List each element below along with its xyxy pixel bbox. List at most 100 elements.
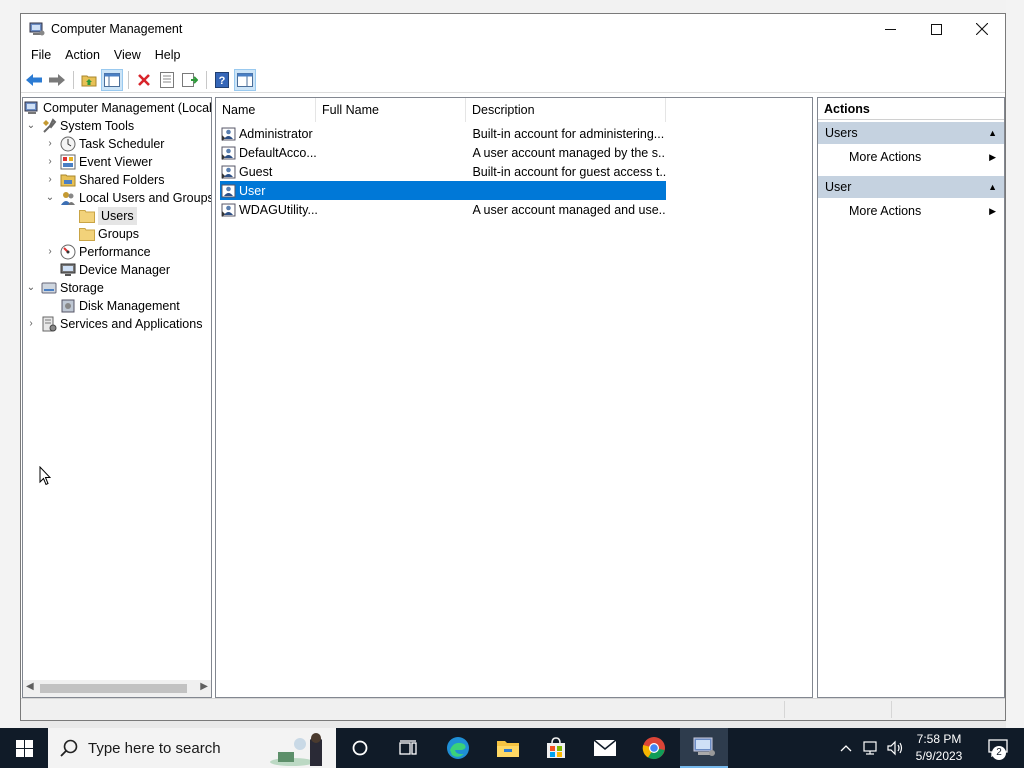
menu-file[interactable]: File bbox=[24, 44, 58, 66]
menu-action[interactable]: Action bbox=[58, 44, 107, 66]
more-actions-users[interactable]: More Actions ▶ bbox=[818, 146, 1004, 168]
start-button[interactable] bbox=[0, 728, 48, 768]
tree-item-services-and-applications[interactable]: › Services and Applications bbox=[25, 315, 202, 333]
list-item[interactable]: DefaultAcco... A user account managed by… bbox=[220, 143, 666, 162]
show-hidden-icons-button[interactable] bbox=[836, 728, 856, 768]
chrome-button[interactable] bbox=[630, 728, 678, 768]
users-groups-icon bbox=[60, 190, 76, 206]
tree-item-label: Local Users and Groups bbox=[79, 191, 212, 205]
menu-view[interactable]: View bbox=[107, 44, 148, 66]
actions-section-users[interactable]: Users ▲ bbox=[818, 122, 1004, 144]
mail-button[interactable] bbox=[581, 728, 629, 768]
column-header-description[interactable]: Description bbox=[466, 98, 666, 122]
tree-item-system-tools[interactable]: ⌄ System Tools bbox=[25, 117, 134, 135]
scroll-right-icon[interactable]: ▶ bbox=[200, 681, 208, 692]
console-tree[interactable]: Computer Management (Local ⌄ System Tool… bbox=[22, 97, 212, 698]
forward-arrow-icon bbox=[49, 73, 65, 86]
tree-item-computer-management[interactable]: Computer Management (Local bbox=[24, 99, 211, 117]
list-item-selected[interactable]: User bbox=[220, 181, 666, 200]
horizontal-scrollbar[interactable]: ◀ ▶ bbox=[23, 680, 211, 697]
list-item[interactable]: Administrator Built-in account for admin… bbox=[220, 124, 666, 143]
user-icon bbox=[221, 184, 236, 197]
menu-help[interactable]: Help bbox=[148, 44, 188, 66]
toolbar: ? bbox=[21, 67, 1005, 93]
scroll-left-icon[interactable]: ◀ bbox=[26, 681, 34, 692]
tree-item-device-manager[interactable]: Device Manager bbox=[60, 261, 170, 279]
performance-icon bbox=[60, 244, 76, 260]
tree-item-users[interactable]: Users bbox=[79, 207, 137, 225]
list-item[interactable]: WDAGUtility... A user account managed an… bbox=[220, 200, 666, 219]
edge-button[interactable] bbox=[434, 728, 482, 768]
event-viewer-icon bbox=[60, 154, 76, 170]
back-button[interactable] bbox=[23, 69, 45, 91]
services-icon bbox=[41, 316, 57, 332]
users-list[interactable]: Name Full Name Description Administrator… bbox=[215, 97, 813, 698]
action-center-button[interactable]: 2 bbox=[976, 728, 1020, 768]
section-label: User bbox=[825, 180, 852, 194]
tree-item-groups[interactable]: Groups bbox=[79, 225, 139, 243]
folder-icon bbox=[79, 208, 95, 224]
list-item[interactable]: Guest Built-in account for guest access … bbox=[220, 162, 666, 181]
tree-item-event-viewer[interactable]: › Event Viewer bbox=[44, 153, 152, 171]
chevron-right-icon[interactable]: › bbox=[44, 135, 56, 153]
actions-section-user[interactable]: User ▲ bbox=[818, 176, 1004, 198]
title-bar[interactable]: Computer Management bbox=[21, 14, 1005, 44]
column-header-name[interactable]: Name bbox=[216, 98, 316, 122]
tree-item-label: Shared Folders bbox=[79, 173, 165, 187]
chevron-down-icon[interactable]: ⌄ bbox=[44, 189, 56, 207]
close-button[interactable] bbox=[959, 14, 1005, 44]
export-list-button[interactable] bbox=[179, 69, 201, 91]
clock[interactable]: 7:58 PM 5/9/2023 bbox=[908, 731, 970, 765]
status-divider bbox=[784, 701, 785, 718]
computer-management-taskbar-button[interactable] bbox=[680, 728, 728, 768]
collapse-up-icon[interactable]: ▲ bbox=[988, 176, 997, 198]
delete-button[interactable] bbox=[133, 69, 155, 91]
store-button[interactable] bbox=[532, 728, 580, 768]
tree-item-disk-management[interactable]: Disk Management bbox=[60, 297, 180, 315]
tree-item-local-users-and-groups[interactable]: ⌄ Local Users and Groups bbox=[44, 189, 212, 207]
computer-management-window: Computer Management File Action View Hel… bbox=[20, 13, 1006, 721]
show-hide-action-pane-button[interactable] bbox=[234, 68, 256, 91]
network-button[interactable] bbox=[860, 728, 882, 768]
action-label: More Actions bbox=[849, 204, 922, 218]
tree-item-task-scheduler[interactable]: › Task Scheduler bbox=[44, 135, 164, 153]
desktop-background-left bbox=[0, 0, 20, 728]
more-actions-user[interactable]: More Actions ▶ bbox=[818, 200, 1004, 222]
collapse-up-icon[interactable]: ▲ bbox=[988, 122, 997, 144]
scrollbar-thumb[interactable] bbox=[40, 684, 187, 693]
tree-item-label: Storage bbox=[60, 281, 104, 295]
up-one-level-button[interactable] bbox=[78, 69, 100, 91]
delete-icon bbox=[138, 73, 150, 86]
minimize-button[interactable] bbox=[867, 14, 913, 44]
chevron-right-icon[interactable]: › bbox=[25, 315, 37, 333]
help-button[interactable]: ? bbox=[211, 69, 233, 91]
forward-button[interactable] bbox=[46, 69, 68, 91]
tree-item-label: Services and Applications bbox=[60, 317, 203, 331]
tree-item-label: Performance bbox=[79, 245, 151, 259]
show-hide-console-tree-button[interactable] bbox=[101, 68, 123, 91]
chevron-down-icon[interactable]: ⌄ bbox=[25, 117, 37, 135]
maximize-button[interactable] bbox=[913, 14, 959, 44]
volume-button[interactable] bbox=[884, 728, 906, 768]
tree-item-storage[interactable]: ⌄ Storage bbox=[25, 279, 104, 297]
clock-date: 5/9/2023 bbox=[915, 749, 963, 763]
chevron-right-icon[interactable]: › bbox=[44, 171, 56, 189]
window-title: Computer Management bbox=[51, 22, 183, 36]
column-header-full-name[interactable]: Full Name bbox=[316, 98, 466, 122]
task-view-button[interactable] bbox=[384, 728, 432, 768]
tree-item-shared-folders[interactable]: › Shared Folders bbox=[44, 171, 164, 189]
clock-time: 7:58 PM bbox=[916, 732, 962, 746]
actions-pane: Actions Users ▲ More Actions ▶ User ▲ Mo… bbox=[817, 97, 1005, 698]
chevron-down-icon[interactable]: ⌄ bbox=[25, 279, 37, 297]
file-explorer-button[interactable] bbox=[484, 728, 532, 768]
properties-button[interactable] bbox=[156, 69, 178, 91]
taskbar-search[interactable]: Type here to search bbox=[48, 728, 336, 768]
chevron-right-icon[interactable]: › bbox=[44, 243, 56, 261]
cortana-button[interactable] bbox=[336, 728, 384, 768]
help-icon: ? bbox=[215, 71, 229, 88]
tree-item-performance[interactable]: › Performance bbox=[44, 243, 151, 261]
chevron-right-icon[interactable]: › bbox=[44, 153, 56, 171]
notification-count-badge: 2 bbox=[992, 746, 1006, 760]
tree-item-label: Groups bbox=[98, 227, 139, 241]
tree-item-label: Task Scheduler bbox=[79, 137, 165, 151]
